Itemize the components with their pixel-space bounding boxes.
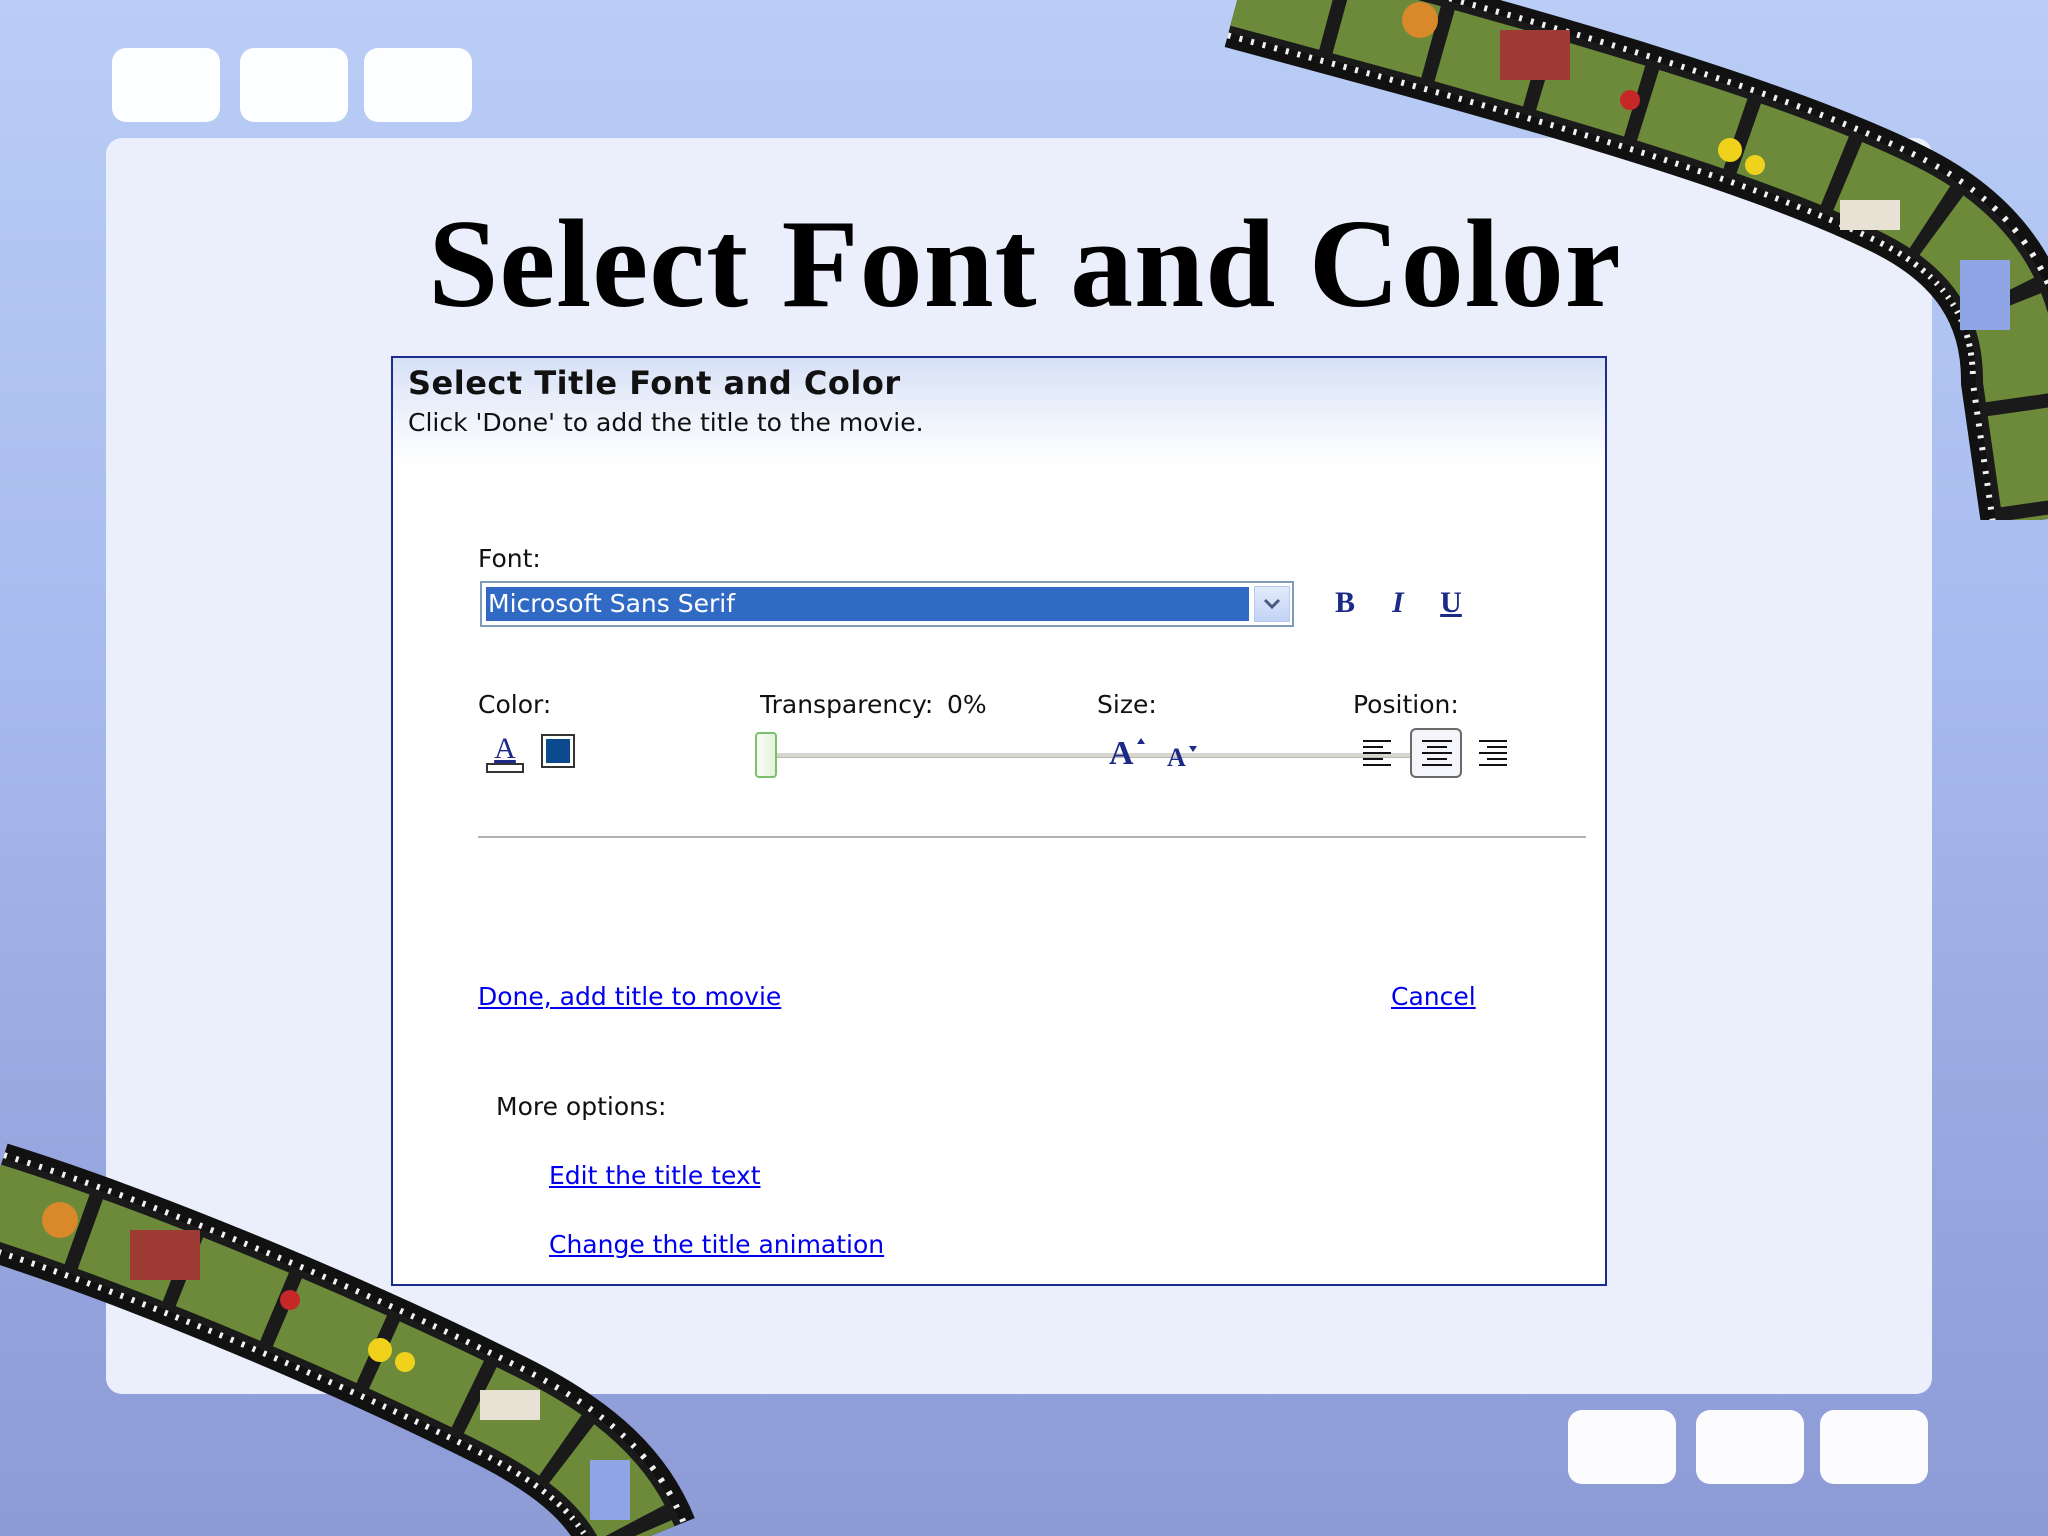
align-right-icon[interactable] <box>1477 738 1511 770</box>
bold-button[interactable]: B <box>1328 584 1362 622</box>
font-select-value: Microsoft Sans Serif <box>486 587 1249 621</box>
font-color-icon[interactable]: A <box>485 732 525 774</box>
decorative-tab-2 <box>240 48 348 122</box>
chevron-down-icon[interactable] <box>1254 586 1290 622</box>
svg-text:A: A <box>1167 743 1186 772</box>
increase-size-icon[interactable]: A <box>1105 732 1149 772</box>
transparency-value: 0% <box>947 690 987 719</box>
transparency-label: Transparency: <box>760 690 934 719</box>
more-options-label: More options: <box>496 1092 667 1121</box>
decorative-tab-6 <box>1820 1410 1928 1484</box>
dialog-header: Select Title Font and Color Click 'Done'… <box>393 358 1605 466</box>
decorative-tab-4 <box>1568 1410 1676 1484</box>
color-label: Color: <box>478 690 552 719</box>
font-select[interactable]: Microsoft Sans Serif <box>480 581 1294 627</box>
dialog-subheading: Click 'Done' to add the title to the mov… <box>408 408 924 437</box>
position-label: Position: <box>1353 690 1459 719</box>
decrease-size-icon[interactable]: A <box>1163 738 1203 772</box>
divider <box>478 836 1586 838</box>
align-center-icon <box>1422 740 1452 766</box>
align-left-icon[interactable] <box>1361 738 1395 770</box>
italic-button[interactable]: I <box>1381 584 1415 622</box>
slide-title: Select Font and Color <box>428 195 1622 334</box>
transparency-slider-thumb[interactable] <box>755 732 777 778</box>
color-swatch <box>546 739 570 763</box>
svg-text:A: A <box>494 732 516 765</box>
cancel-link[interactable]: Cancel <box>1391 982 1476 1011</box>
color-swatch-button[interactable] <box>541 734 575 768</box>
decorative-tab-3 <box>364 48 472 122</box>
decorative-tab-5 <box>1696 1410 1804 1484</box>
svg-text:A: A <box>1109 735 1134 772</box>
decorative-tab-1 <box>112 48 220 122</box>
title-font-dialog: Select Title Font and Color Click 'Done'… <box>391 356 1607 1286</box>
font-label: Font: <box>478 544 541 573</box>
size-label: Size: <box>1097 690 1157 719</box>
dialog-heading: Select Title Font and Color <box>408 364 901 402</box>
done-add-title-link[interactable]: Done, add title to movie <box>478 982 781 1011</box>
edit-title-text-link[interactable]: Edit the title text <box>549 1161 761 1190</box>
underline-button[interactable]: U <box>1434 584 1468 622</box>
align-center-button[interactable] <box>1410 728 1462 778</box>
change-title-animation-link[interactable]: Change the title animation <box>549 1230 884 1259</box>
